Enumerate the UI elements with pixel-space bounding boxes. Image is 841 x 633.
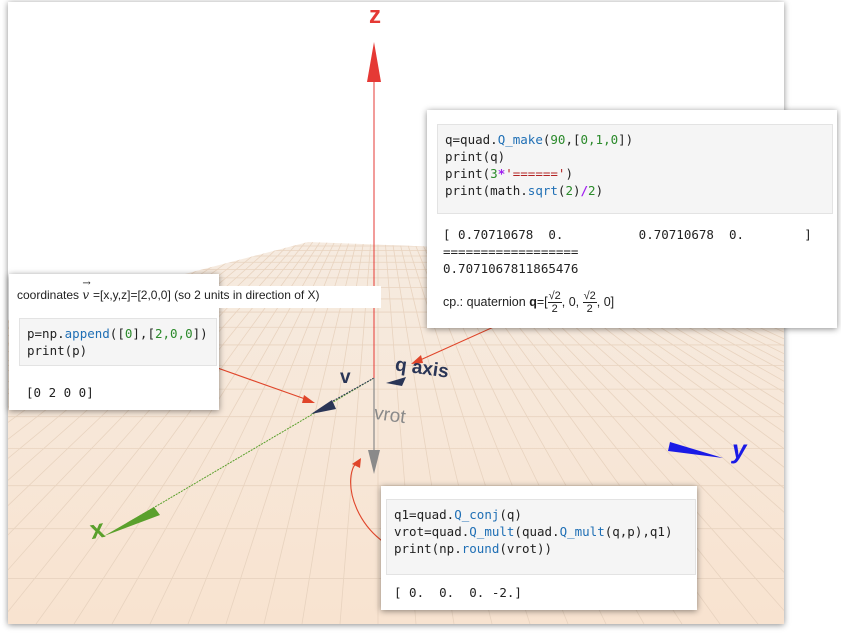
z-axis-label: z [369, 2, 381, 29]
code-cell-append[interactable]: p=np.append([0],[2,0,0]) print(p) [19, 318, 217, 366]
y-axis-label: y [732, 434, 747, 464]
panel-rotation: q1=quad.Q_conj(q) vrot=quad.Q_mult(quad.… [381, 486, 697, 610]
output-vrot: [ 0. 0. 0. -2.] [394, 585, 522, 600]
panel-quaternion: q=quad.Q_make(90,[0,1,0]) print(q) print… [427, 110, 837, 328]
v-label: v [340, 367, 351, 388]
code-cell-qmult[interactable]: q1=quad.Q_conj(q) vrot=quad.Q_mult(quad.… [386, 499, 696, 575]
output-qmake: [ 0.70710678 0. 0.70710678 0. ] ========… [443, 227, 812, 276]
vrot-label: vrot [372, 402, 407, 429]
output-append: [0 2 0 0] [26, 385, 94, 400]
code-cell-qmake[interactable]: q=quad.Q_make(90,[0,1,0]) print(q) print… [437, 124, 833, 214]
sqrt2-over-2-fraction: √2 2 [582, 290, 597, 315]
sqrt2-over-2-fraction: √2 2 [547, 290, 562, 315]
z-axis-arrowhead [367, 42, 381, 82]
coordinates-caption: coordinates → v =[x,y,z]=[2,0,0] (so 2 un… [17, 278, 381, 308]
panel-coordinates: coordinates → v =[x,y,z]=[2,0,0] (so 2 un… [9, 274, 381, 410]
quaternion-note: cp.: quaternion q=[√2 2, 0, √2 2, 0] [443, 290, 615, 315]
